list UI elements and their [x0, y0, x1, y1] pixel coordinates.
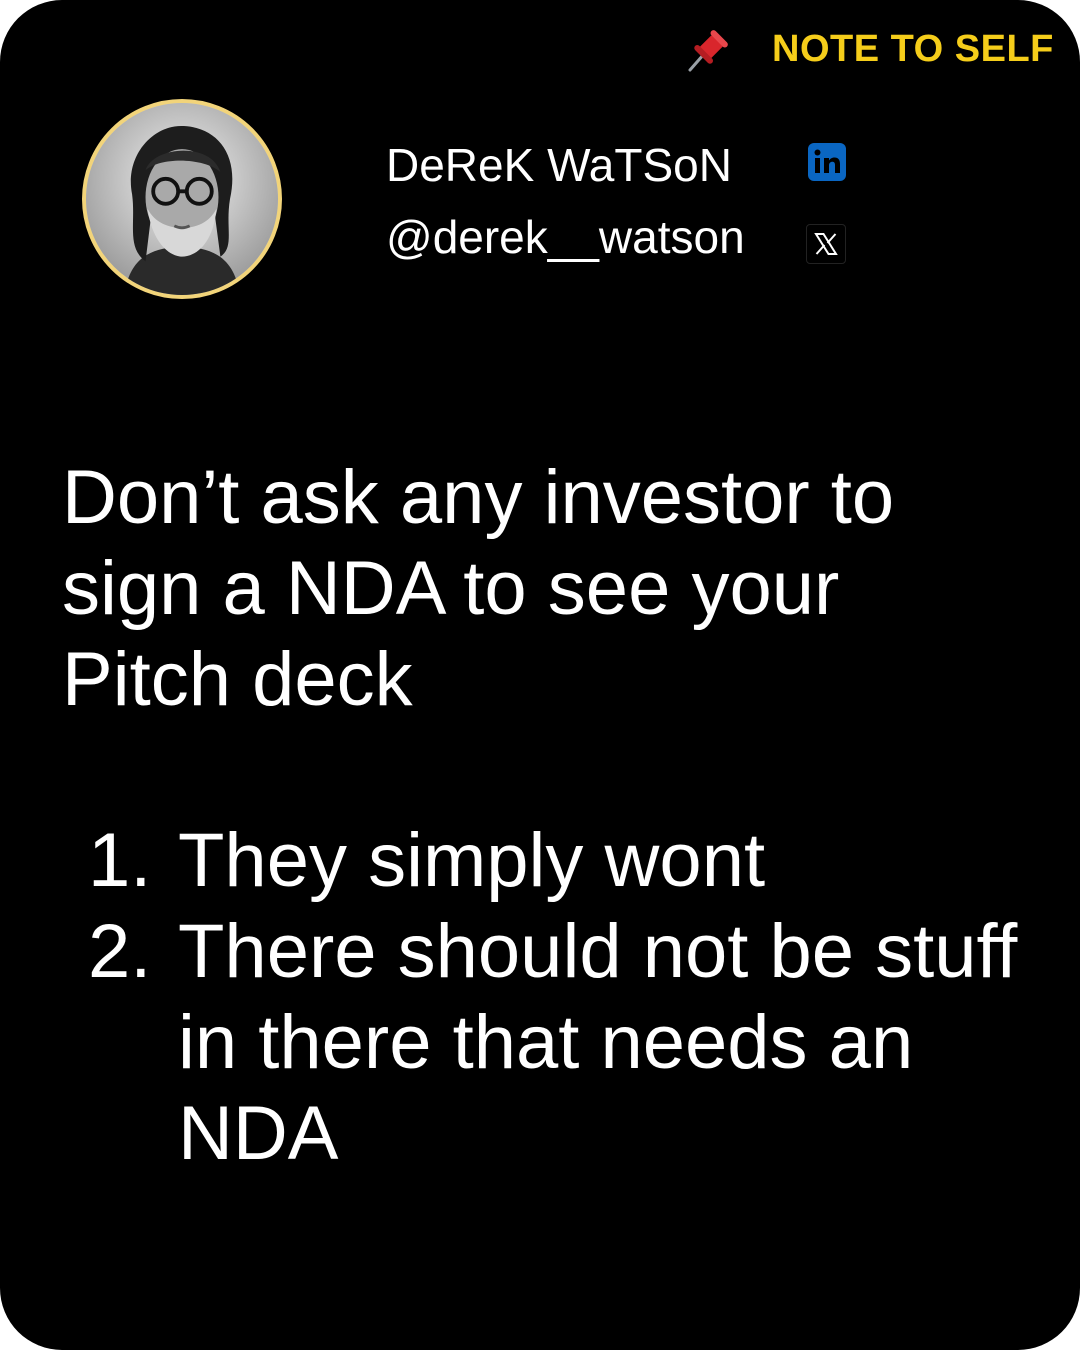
list-item-text: They simply wont: [178, 818, 766, 903]
points-list: 1. They simply wont 2. There should not …: [62, 815, 1022, 1179]
x-icon[interactable]: [806, 224, 846, 264]
post-card: NOTE TO SELF DeReK WaTSoN @derek__watson: [0, 0, 1080, 1350]
user-handle[interactable]: @derek__watson: [386, 210, 745, 264]
list-item-text: There should not be stuff in there that …: [178, 909, 1018, 1176]
list-item: 1. They simply wont: [62, 815, 1022, 906]
note-to-self-label: NOTE TO SELF: [772, 28, 1054, 70]
pushpin-icon: [680, 26, 732, 78]
post-headline: Don’t ask any investor to sign a NDA to …: [62, 455, 895, 722]
user-name: DeReK WaTSoN: [386, 139, 732, 191]
avatar: [82, 99, 282, 299]
list-item: 2. There should not be stuff in there th…: [62, 906, 1022, 1179]
list-item-number: 1.: [88, 818, 152, 903]
linkedin-icon[interactable]: [808, 143, 846, 181]
list-item-number: 2.: [88, 909, 152, 994]
